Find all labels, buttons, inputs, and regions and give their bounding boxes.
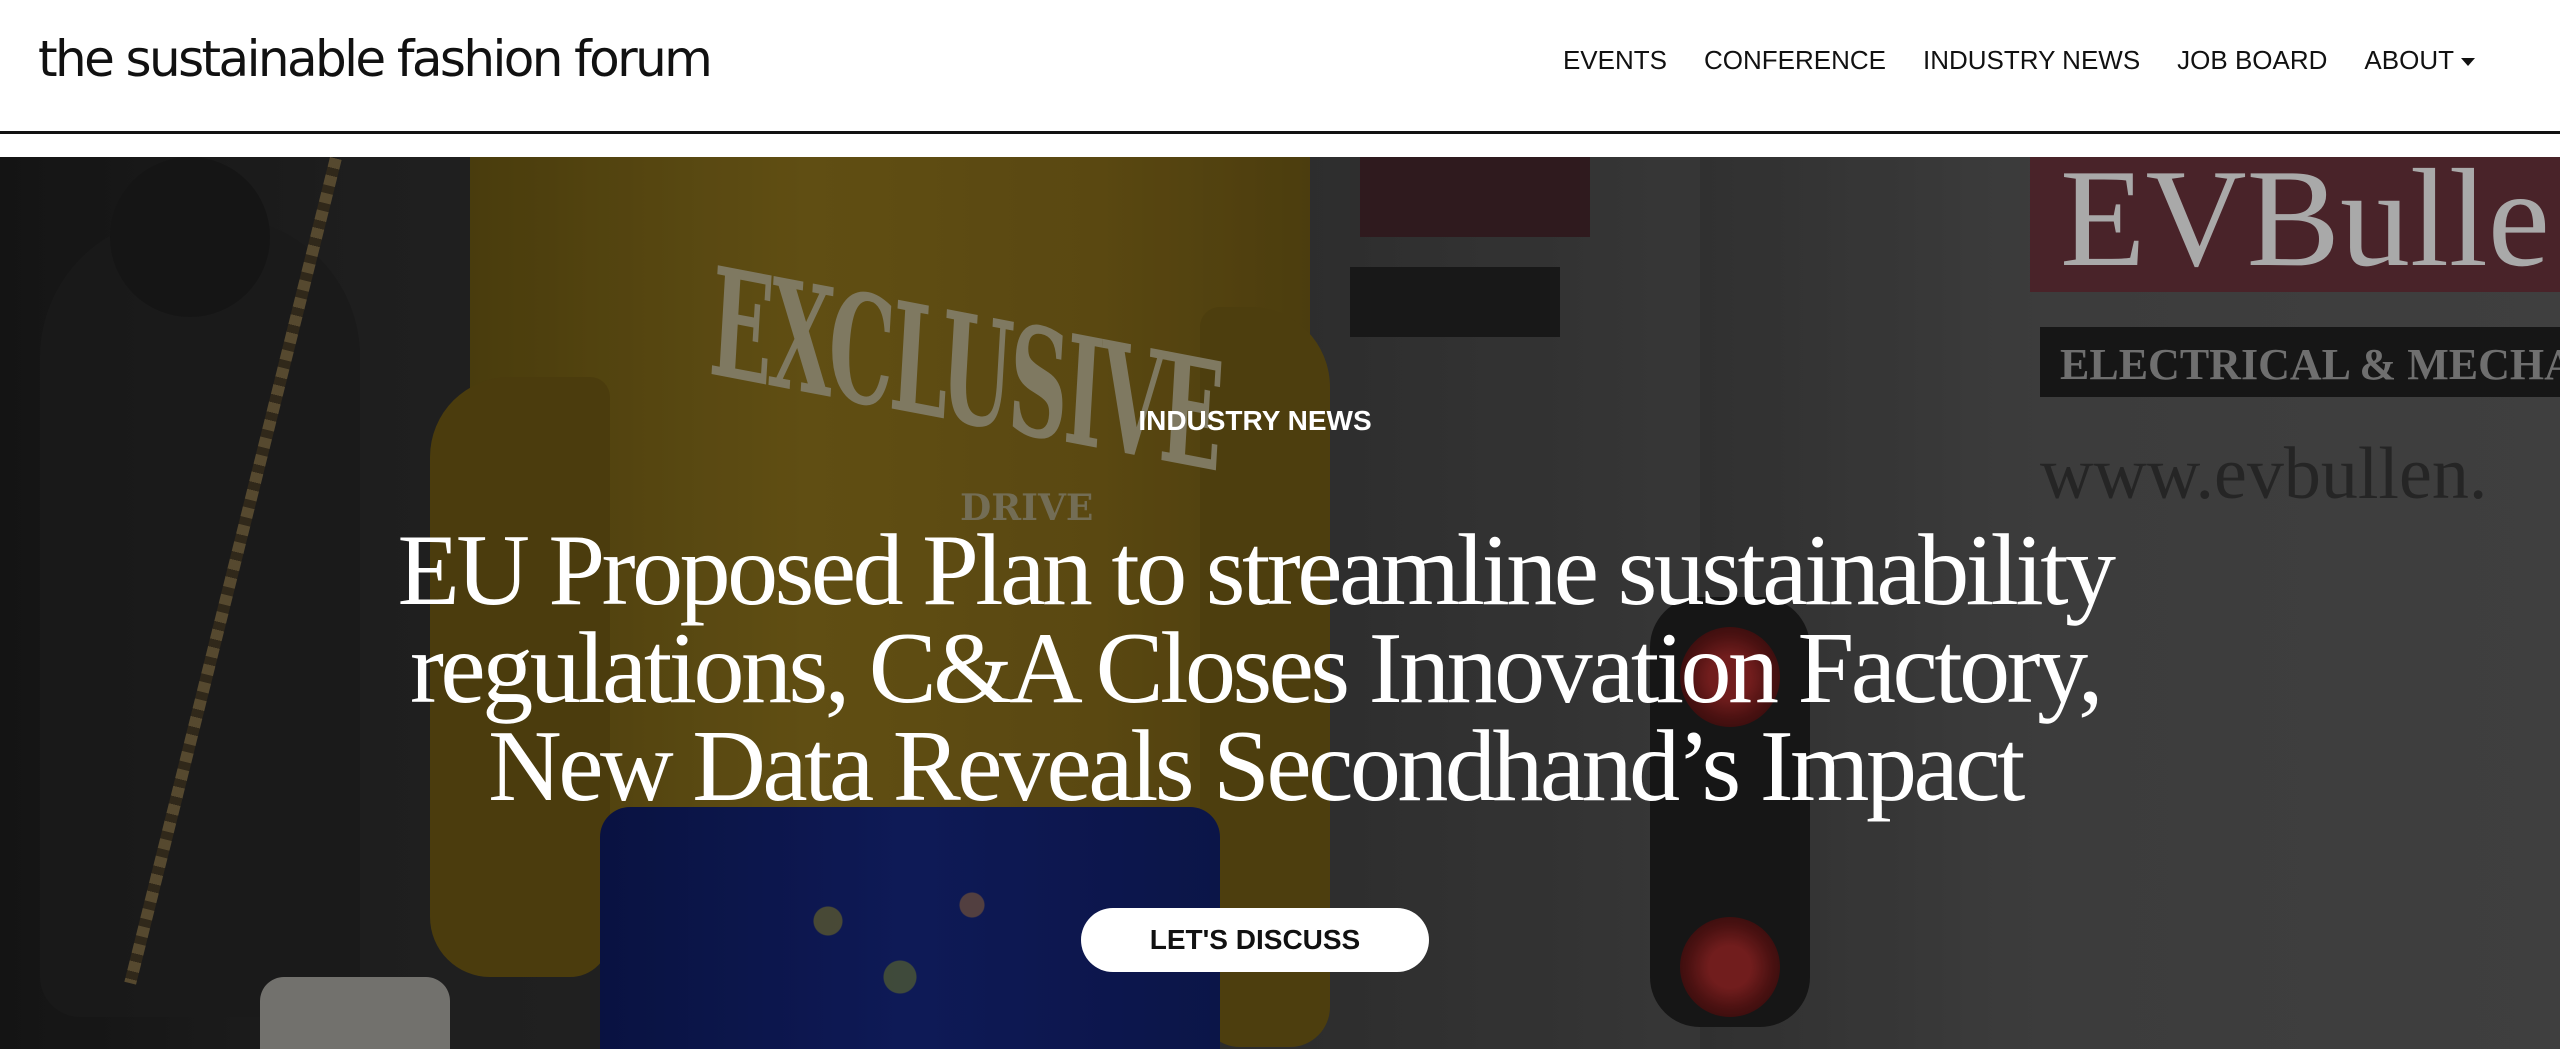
site-header: the sustainable fashion forum EVENTS CON… (0, 0, 2560, 134)
hero-headline: EU Proposed Plan to streamline sustainab… (397, 514, 2116, 823)
lets-discuss-button[interactable]: LET'S DISCUSS (1081, 908, 1429, 972)
main-nav: EVENTS CONFERENCE INDUSTRY NEWS JOB BOAR… (1563, 36, 2475, 84)
nav-item-about[interactable]: ABOUT (2364, 45, 2475, 76)
site-logo[interactable]: the sustainable fashion forum (38, 24, 713, 94)
caret-down-icon (2461, 57, 2475, 66)
nav-item-conference[interactable]: CONFERENCE (1704, 45, 1886, 76)
nav-item-industry-news[interactable]: INDUSTRY NEWS (1923, 45, 2140, 76)
hero-banner: EXCLUSIVE DRIVE EVBulle ELECTRICAL & MEC… (0, 157, 2560, 1049)
nav-item-events[interactable]: EVENTS (1563, 45, 1667, 76)
nav-item-about-label: ABOUT (2364, 44, 2454, 75)
nav-item-job-board[interactable]: JOB BOARD (2177, 45, 2327, 76)
hero-category-label: INDUSTRY NEWS (1138, 405, 1372, 436)
